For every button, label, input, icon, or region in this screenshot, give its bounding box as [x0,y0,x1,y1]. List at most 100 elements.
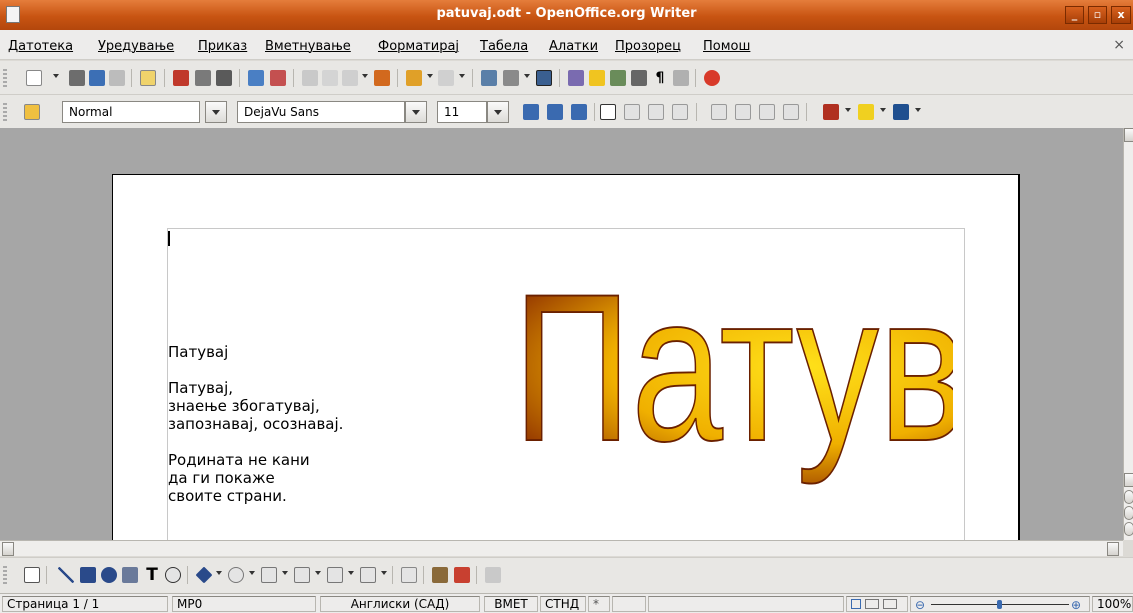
ellipse-icon[interactable] [101,567,117,583]
align-right-icon[interactable] [648,104,664,120]
language-indicator[interactable]: Англиски (САД) [320,596,480,612]
navigator-icon[interactable] [589,70,605,86]
vertical-scrollbar[interactable] [1123,128,1133,540]
next-page-button[interactable] [1124,522,1133,536]
justify-icon[interactable] [672,104,688,120]
stars-dropdown-icon[interactable] [381,571,387,575]
from-file-icon[interactable] [454,567,470,583]
export-pdf-icon[interactable] [173,70,189,86]
menu-help[interactable]: Помош [703,39,750,54]
zoom-slider-thumb[interactable] [997,600,1002,609]
open-icon[interactable] [69,70,85,86]
clone-formatting-icon[interactable] [374,70,390,86]
undo-icon[interactable] [406,70,422,86]
menu-table[interactable]: Табела [480,39,528,54]
print-icon[interactable] [195,70,211,86]
bullets-icon[interactable] [735,104,751,120]
gallery-icon[interactable] [610,70,626,86]
toolbar-grip[interactable] [3,566,7,584]
paste-dropdown-icon[interactable] [362,74,368,78]
previous-page-button[interactable] [1124,490,1133,504]
page-indicator[interactable]: Страница 1 / 1 [2,596,168,612]
points-icon[interactable] [401,567,417,583]
table-dropdown-icon[interactable] [524,74,530,78]
print-preview-icon[interactable] [216,70,232,86]
freeform-line-icon[interactable] [122,567,138,583]
scroll-down-button[interactable] [1124,473,1133,487]
menu-edit[interactable]: Уредување [98,39,174,54]
flowchart-dropdown-icon[interactable] [315,571,321,575]
font-color-dropdown-icon[interactable] [845,108,851,112]
flowchart-icon[interactable] [294,567,310,583]
poem-line[interactable]: запознавај, осознавај. [168,415,343,433]
poem-line[interactable]: Патувај, [168,379,233,397]
minimize-button[interactable]: _ [1065,6,1084,24]
numbering-icon[interactable] [711,104,727,120]
symbol-shapes-icon[interactable] [228,567,244,583]
font-size-dropdown[interactable] [487,101,509,123]
font-size-combo[interactable]: 11 [437,101,487,123]
background-color-icon[interactable] [893,104,909,120]
block-arrows-dropdown-icon[interactable] [282,571,288,575]
paragraph-style-dropdown[interactable] [205,101,227,123]
book-view-icon[interactable] [882,599,897,609]
highlighting-dropdown-icon[interactable] [880,108,886,112]
symbol-shapes-dropdown-icon[interactable] [249,571,255,575]
fontwork-object[interactable]: Патувај [513,260,953,520]
close-button[interactable]: x [1111,6,1131,24]
page-style[interactable]: МР0 [172,596,316,612]
callout-shapes-dropdown-icon[interactable] [348,571,354,575]
selection-mode[interactable]: СТНД [540,596,586,612]
underline-icon[interactable] [571,104,587,120]
edit-file-icon[interactable] [140,70,156,86]
zoom-value[interactable]: 100% [1092,596,1133,612]
poem-line[interactable]: своите страни. [168,487,287,505]
zoom-slider[interactable]: ⊖ ⊕ [910,596,1090,612]
email-icon[interactable] [109,70,125,86]
font-name-combo[interactable]: DejaVu Sans [237,101,405,123]
font-name-dropdown[interactable] [405,101,427,123]
text-icon[interactable]: T [144,567,160,584]
new-document-icon[interactable] [26,70,42,86]
zoom-icon[interactable] [673,70,689,86]
styles-formatting-icon[interactable] [24,104,40,120]
document-modified[interactable]: * [588,596,610,612]
stars-icon[interactable] [360,567,376,583]
multi-page-view-icon[interactable] [864,599,879,609]
digital-signature[interactable] [612,596,646,612]
rectangle-icon[interactable] [80,567,96,583]
poem-line[interactable]: знаење збогатувај, [168,397,320,415]
callout-shapes-icon[interactable] [327,567,343,583]
basic-shapes-dropdown-icon[interactable] [216,571,222,575]
maximize-button[interactable]: ▫ [1088,6,1107,24]
cut-icon[interactable] [302,70,318,86]
toolbar-grip[interactable] [3,103,7,121]
extrusion-icon[interactable] [485,567,501,583]
poem-title[interactable]: Патувај [168,343,228,361]
find-replace-icon[interactable] [568,70,584,86]
redo-dropdown-icon[interactable] [459,74,465,78]
increase-indent-icon[interactable] [783,104,799,120]
align-left-icon[interactable] [600,104,616,120]
menu-view[interactable]: Приказ [198,39,247,54]
document-page[interactable]: Патувај Патувај, знаење збогатувај, запо… [112,174,1020,540]
paragraph-style-combo[interactable]: Normal [62,101,200,123]
table-icon[interactable] [503,70,519,86]
zoom-in-icon[interactable]: ⊕ [1071,598,1081,611]
line-icon[interactable] [58,567,74,583]
basic-shapes-icon[interactable] [195,566,213,584]
data-sources-icon[interactable] [631,70,647,86]
highlighting-icon[interactable] [858,104,874,120]
undo-dropdown-icon[interactable] [427,74,433,78]
scroll-up-button[interactable] [1124,128,1133,142]
menu-window[interactable]: Прозорец [615,39,681,54]
zoom-out-icon[interactable]: ⊖ [915,598,925,611]
paste-icon[interactable] [342,70,358,86]
show-draw-functions-icon[interactable] [536,70,552,86]
copy-icon[interactable] [322,70,338,86]
single-page-view-icon[interactable] [851,599,861,609]
new-dropdown-icon[interactable] [53,74,59,78]
formatting-marks-icon[interactable]: ¶ [652,70,668,86]
horizontal-scrollbar[interactable] [0,540,1123,556]
select-icon[interactable] [24,567,40,583]
